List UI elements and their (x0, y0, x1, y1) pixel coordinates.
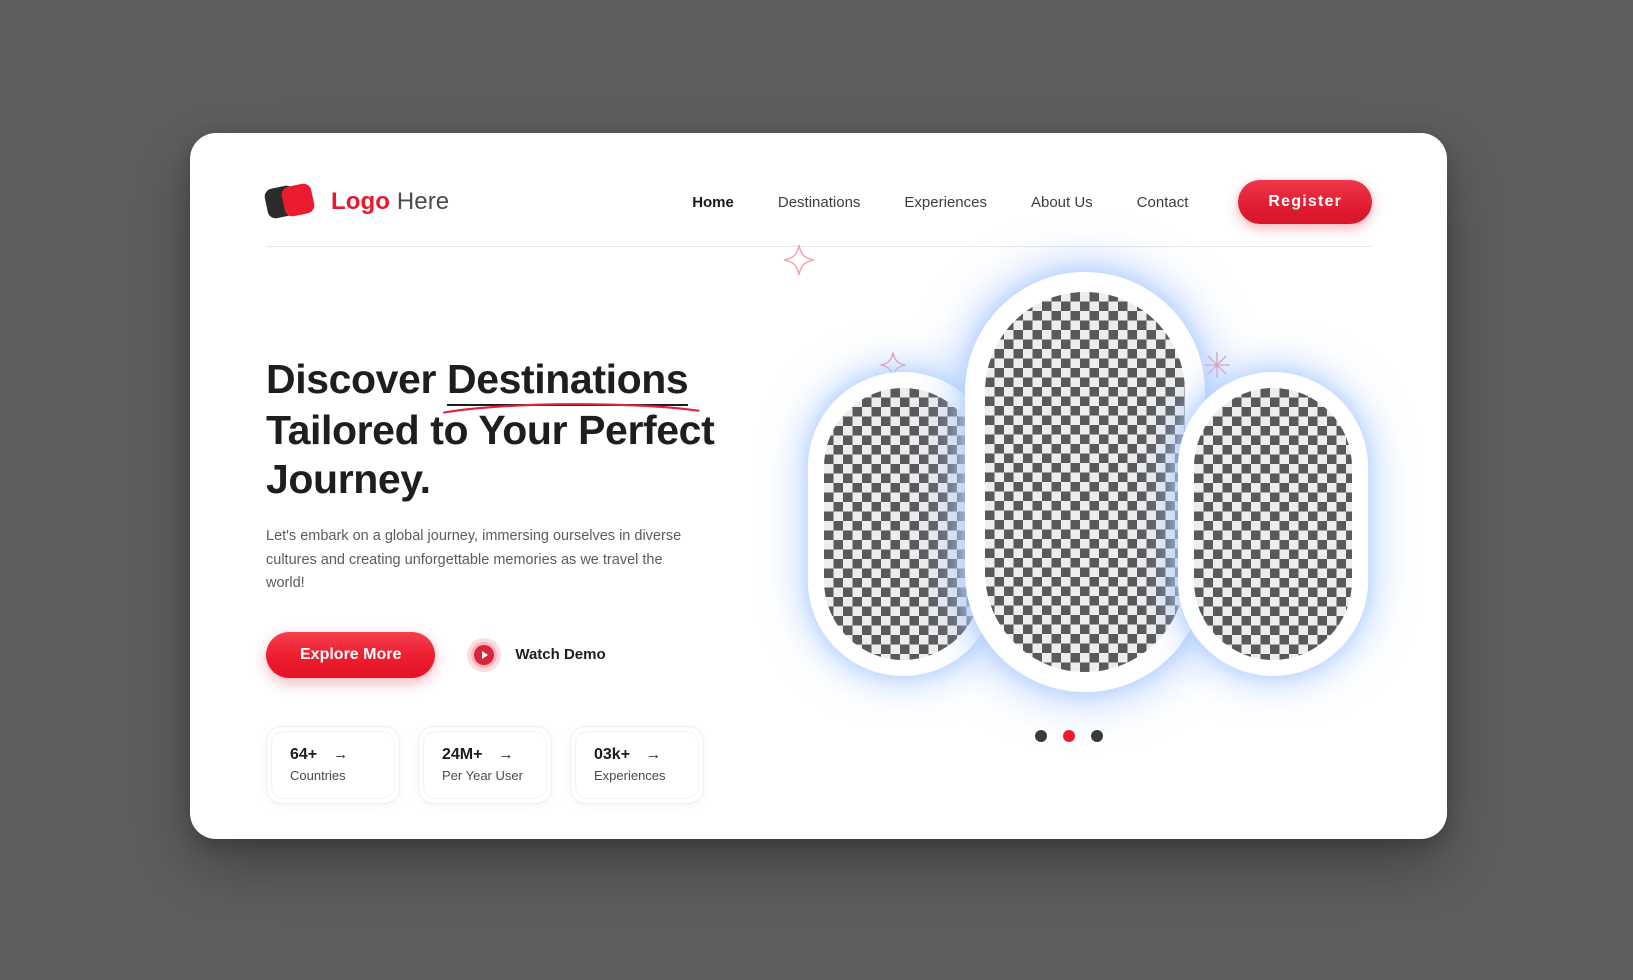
carousel-slide-right[interactable] (1178, 372, 1368, 676)
stats-row: 64+ → Countries 24M+ → Per Year User 03k… (266, 725, 766, 804)
explore-more-button[interactable]: Explore More (266, 631, 436, 678)
play-icon (467, 637, 502, 672)
stacked-squares-logo-icon (263, 182, 318, 222)
stat-label-per-year-user: Per Year User (442, 767, 523, 783)
hero-paragraph: Let's embark on a global journey, immers… (266, 528, 682, 592)
nav-item-about-us[interactable]: About Us (1009, 194, 1115, 211)
arrow-right-icon: → (498, 746, 514, 764)
stat-label-experiences: Experiences (594, 767, 666, 783)
image-placeholder (824, 388, 982, 660)
stat-value-experiences: 03k+ (594, 745, 631, 763)
eight-point-sparkle-icon (1203, 351, 1231, 379)
watch-demo-label: Watch Demo (515, 646, 606, 664)
stat-value-countries: 64+ (290, 745, 318, 763)
image-placeholder (985, 292, 1185, 672)
hero-title-highlight-text: Destinations (447, 356, 689, 402)
site-header: Logo Here Home Destinations Experiences … (263, 158, 1372, 247)
nav-item-home[interactable]: Home (670, 194, 756, 211)
carousel-dot-3[interactable] (1091, 730, 1103, 742)
arrow-right-icon: → (333, 746, 349, 764)
stat-label-countries: Countries (290, 767, 346, 783)
brand-name-regular: Here (396, 188, 450, 215)
carousel-dot-1[interactable] (1035, 730, 1047, 742)
hero-left-column: Discover Destinations Tailored to Your P… (266, 355, 766, 804)
brand-name: Logo Here (331, 188, 449, 216)
register-button[interactable]: Register (1238, 180, 1372, 224)
carousel-slide-center[interactable] (965, 272, 1205, 692)
main-nav: Home Destinations Experiences About Us C… (670, 180, 1372, 224)
carousel-dots (1035, 730, 1103, 742)
hero-title-highlight: Destinations (442, 355, 700, 414)
brand-name-bold: Logo (331, 188, 391, 215)
hero-title-part1: Discover (266, 356, 448, 402)
watch-demo-button[interactable]: Watch Demo (467, 637, 606, 672)
stat-card-experiences[interactable]: 03k+ → Experiences (570, 725, 704, 804)
hero-title-part2: Tailored to Your Perfect Journey. (266, 407, 715, 502)
stat-card-countries[interactable]: 64+ → Countries (266, 725, 400, 804)
nav-item-experiences[interactable]: Experiences (882, 194, 1009, 211)
stat-value-per-year-user: 24M+ (442, 745, 483, 763)
nav-item-destinations[interactable]: Destinations (756, 194, 883, 211)
stat-card-per-year-user[interactable]: 24M+ → Per Year User (418, 725, 552, 804)
brand-logo[interactable]: Logo Here (263, 182, 449, 222)
landing-page-card: Logo Here Home Destinations Experiences … (190, 133, 1447, 839)
nav-item-contact[interactable]: Contact (1115, 194, 1211, 211)
carousel-dot-2[interactable] (1063, 730, 1075, 742)
image-placeholder (1194, 388, 1352, 660)
hero-carousel (783, 238, 1390, 798)
page-title: Discover Destinations Tailored to Your P… (266, 355, 766, 503)
four-point-sparkle-icon (783, 244, 815, 276)
cta-row: Explore More Watch Demo (266, 631, 766, 678)
arrow-right-icon: → (646, 746, 662, 764)
